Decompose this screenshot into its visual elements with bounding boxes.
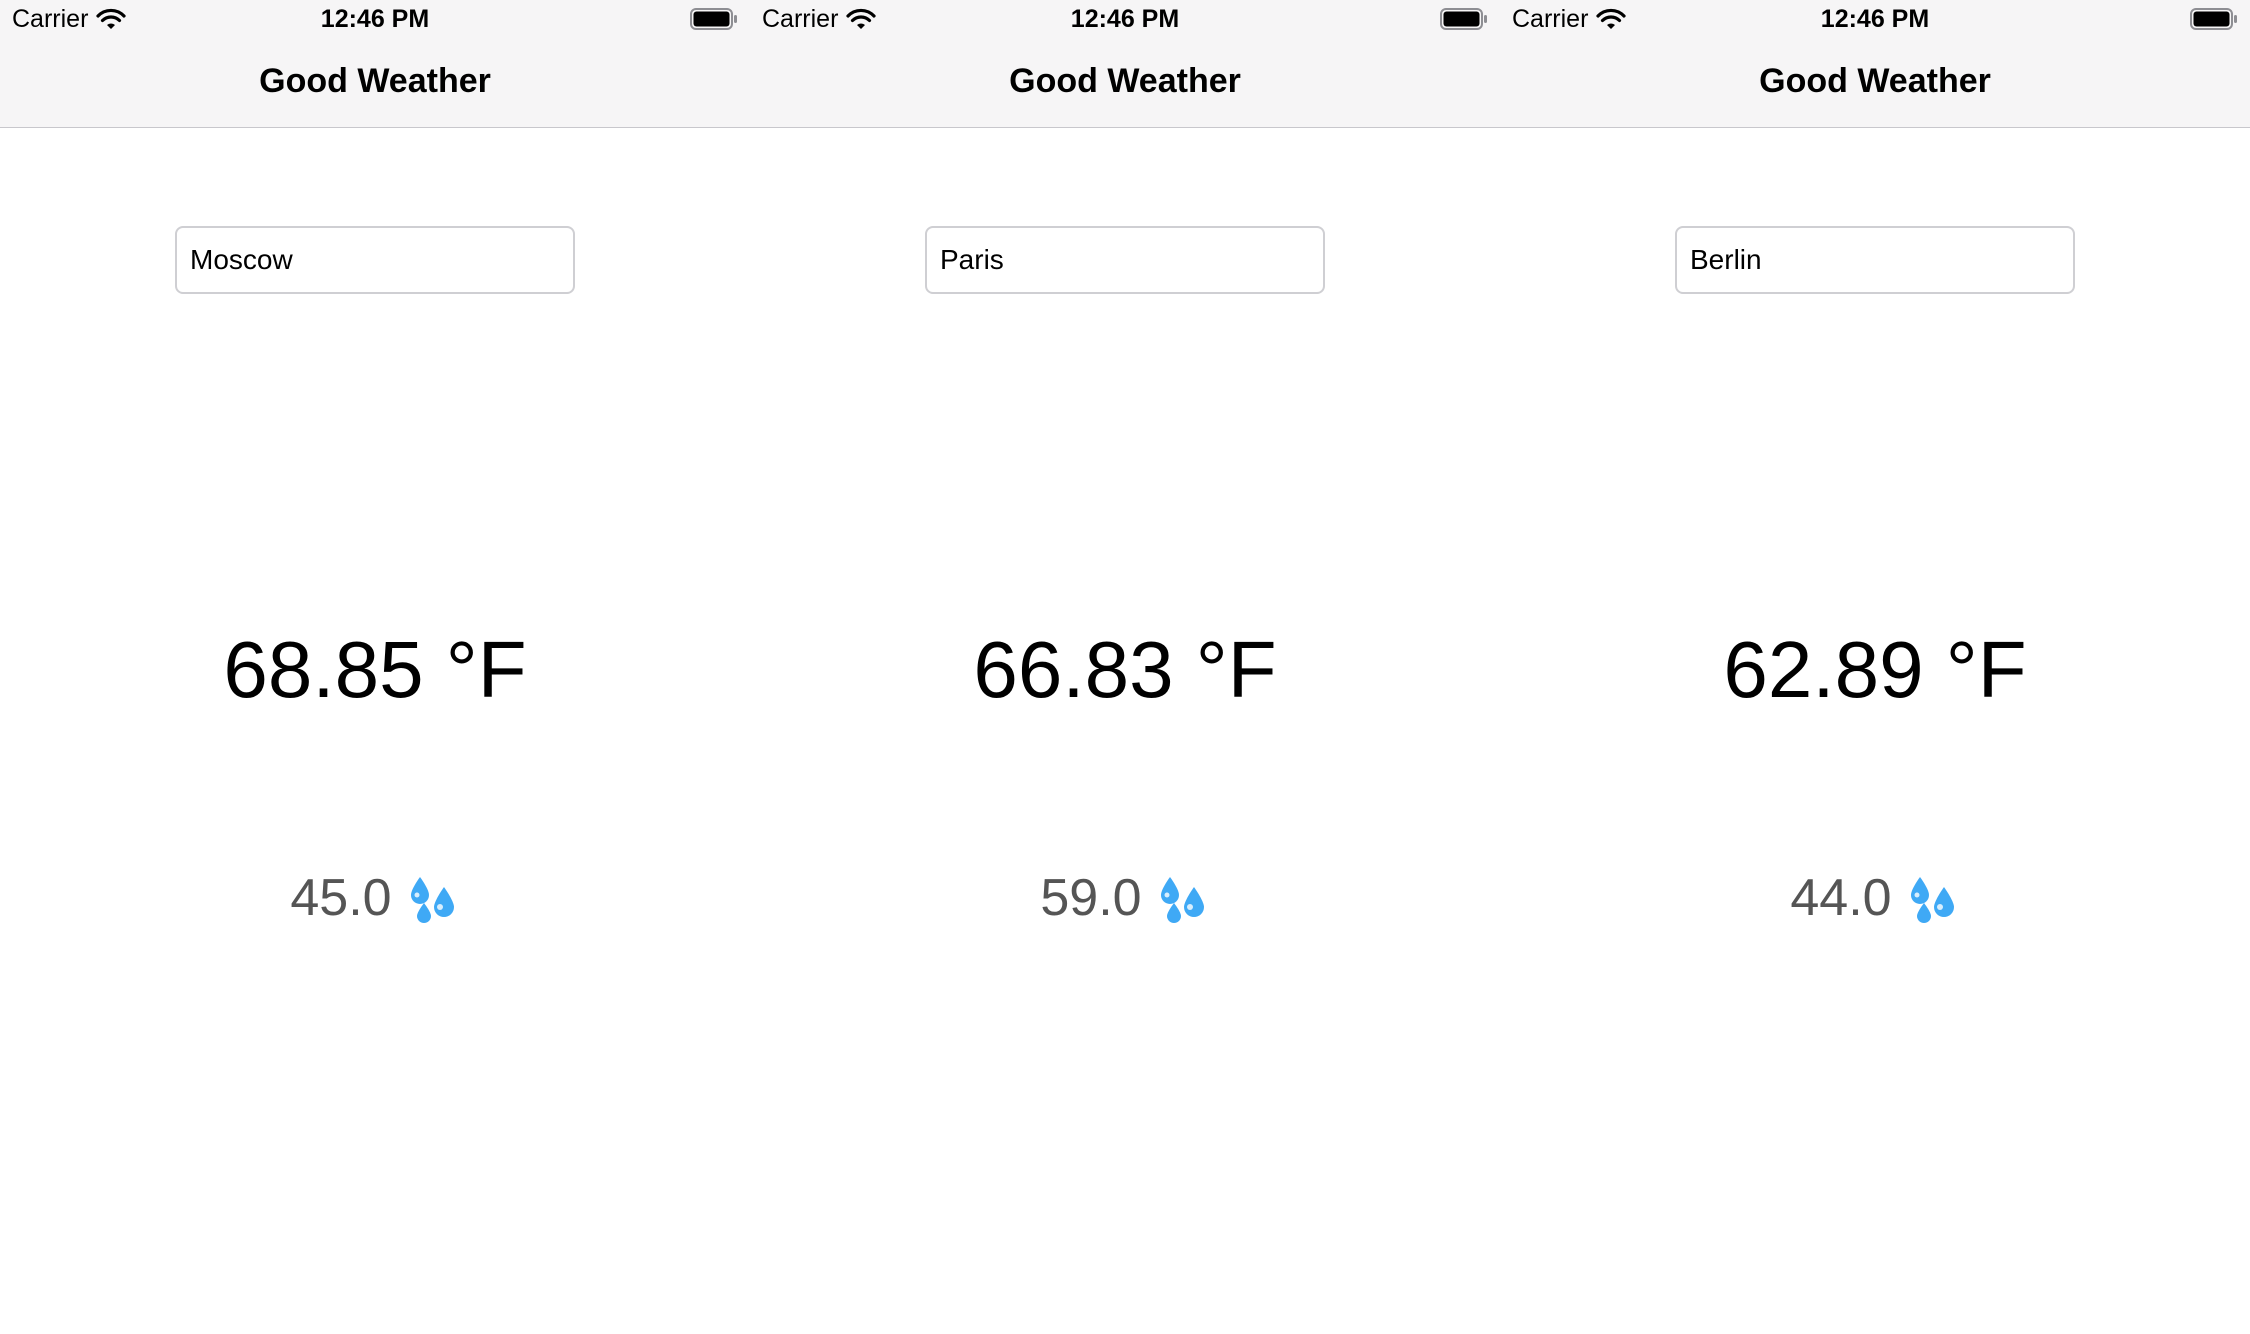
humidity-value: 44.0 bbox=[1790, 869, 1892, 927]
humidity-row: 45.0 bbox=[0, 866, 750, 930]
status-time: 12:46 PM bbox=[1070, 5, 1180, 33]
screenshot-strip: Carrier 12:46 PM Good Weather 68.85 °F bbox=[0, 0, 2250, 1334]
city-input[interactable] bbox=[1675, 226, 2075, 294]
phone-screen-moscow: Carrier 12:46 PM Good Weather 68.85 °F bbox=[0, 0, 750, 1334]
battery-icon bbox=[2190, 8, 2237, 30]
phone-screen-berlin: Carrier 12:46 PM Good Weather 62.89 °F bbox=[1500, 0, 2250, 1334]
battery-icon bbox=[1440, 8, 1487, 30]
phone-screen-paris: Carrier 12:46 PM Good Weather 66.83 °F bbox=[750, 0, 1500, 1334]
sweat-droplets-icon bbox=[1160, 877, 1204, 923]
navigation-header: Carrier 12:46 PM Good Weather bbox=[0, 0, 750, 128]
humidity-row: 44.0 bbox=[1500, 866, 2250, 930]
battery-icon bbox=[690, 8, 737, 30]
humidity-row: 59.0 bbox=[750, 866, 1500, 930]
city-input[interactable] bbox=[925, 226, 1325, 294]
navigation-header: Carrier 12:46 PM Good Weather bbox=[1500, 0, 2250, 128]
status-time: 12:46 PM bbox=[320, 5, 430, 33]
humidity-value: 45.0 bbox=[290, 869, 392, 927]
status-bar: Carrier 12:46 PM bbox=[1500, 0, 2250, 40]
temperature-label: 62.89 °F bbox=[1723, 625, 2027, 714]
temperature-label: 68.85 °F bbox=[223, 625, 527, 714]
humidity-value: 59.0 bbox=[1040, 869, 1142, 927]
sweat-droplets-icon bbox=[1910, 877, 1954, 923]
status-bar: Carrier 12:46 PM bbox=[0, 0, 750, 40]
page-title: Good Weather bbox=[1759, 62, 1991, 100]
temperature-label: 66.83 °F bbox=[973, 625, 1277, 714]
navigation-header: Carrier 12:46 PM Good Weather bbox=[750, 0, 1500, 128]
status-time: 12:46 PM bbox=[1820, 5, 1930, 33]
status-bar: Carrier 12:46 PM bbox=[750, 0, 1500, 40]
city-input[interactable] bbox=[175, 226, 575, 294]
sweat-droplets-icon bbox=[410, 877, 454, 923]
page-title: Good Weather bbox=[259, 62, 491, 100]
page-title: Good Weather bbox=[1009, 62, 1241, 100]
